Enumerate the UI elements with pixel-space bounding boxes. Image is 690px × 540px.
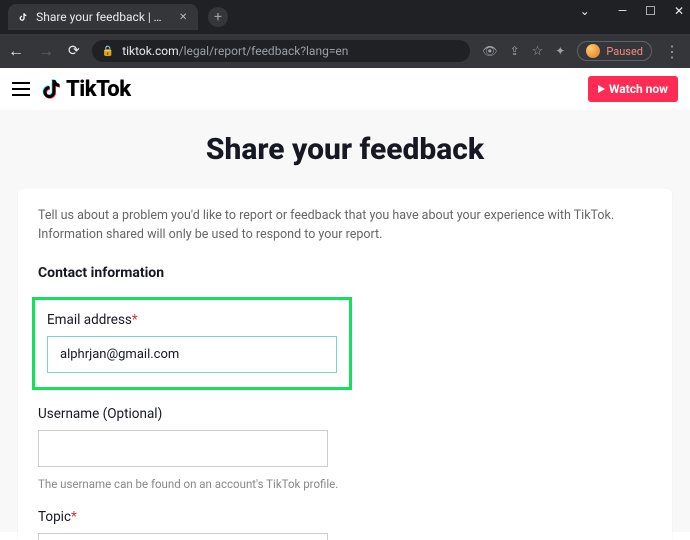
play-icon xyxy=(598,85,605,93)
new-tab-button[interactable]: + xyxy=(208,7,228,27)
logo-text: TikTok xyxy=(66,77,131,102)
profile-status-label: Paused xyxy=(606,45,643,58)
url-path: /legal/report/feedback?lang=en xyxy=(179,44,349,58)
tiktok-logo[interactable]: TikTok xyxy=(40,77,131,102)
reload-button[interactable]: ⟳ xyxy=(68,43,80,59)
kebab-menu-icon[interactable]: ⋮ xyxy=(664,42,682,61)
watch-now-label: Watch now xyxy=(609,82,668,96)
back-button[interactable]: ← xyxy=(8,41,24,61)
tab-close-icon[interactable]: ✕ xyxy=(179,12,186,23)
page-title: Share your feedback xyxy=(0,132,690,167)
username-hint: The username can be found on an account'… xyxy=(38,477,652,491)
tabs-dropdown-icon[interactable]: ⌄ xyxy=(580,4,590,18)
profile-paused-chip[interactable]: Paused xyxy=(577,41,652,61)
forward-button: → xyxy=(38,41,54,61)
contact-section-heading: Contact information xyxy=(38,265,652,281)
browser-tab[interactable]: Share your feedback | TikTok ✕ xyxy=(8,4,198,30)
tab-title: Share your feedback | TikTok xyxy=(36,10,165,24)
extensions-icon[interactable]: ✦ xyxy=(555,44,565,58)
tiktok-note-icon xyxy=(40,77,64,101)
watch-now-button[interactable]: Watch now xyxy=(588,76,678,102)
window-minimize-button[interactable]: — xyxy=(618,4,627,18)
intro-text: Tell us about a problem you'd like to re… xyxy=(38,207,652,245)
hamburger-menu-icon[interactable] xyxy=(12,82,30,96)
feedback-card: Tell us about a problem you'd like to re… xyxy=(18,189,672,540)
tiktok-favicon xyxy=(18,11,28,23)
topic-label: Topic* xyxy=(38,509,652,525)
email-label: Email address* xyxy=(47,312,337,328)
avatar-icon xyxy=(586,44,600,58)
eye-off-icon[interactable]: 👁 xyxy=(482,44,497,58)
username-label: Username (Optional) xyxy=(38,406,652,422)
window-maximize-button[interactable]: ☐ xyxy=(645,4,656,18)
topic-select[interactable]: Select an option xyxy=(38,533,328,540)
required-asterisk: * xyxy=(71,509,77,525)
required-asterisk: * xyxy=(132,312,138,328)
email-highlight-box: Email address* xyxy=(32,297,352,390)
email-input[interactable] xyxy=(47,336,337,373)
address-bar[interactable]: 🔒 tiktok.com/legal/report/feedback?lang=… xyxy=(92,40,471,62)
bookmark-star-icon[interactable]: ☆ xyxy=(532,44,544,59)
url-host: tiktok.com xyxy=(122,44,178,58)
share-icon[interactable]: ⇪ xyxy=(510,44,520,58)
window-close-button[interactable]: ✕ xyxy=(674,4,684,18)
lock-icon: 🔒 xyxy=(102,46,114,57)
username-input[interactable] xyxy=(38,430,328,467)
